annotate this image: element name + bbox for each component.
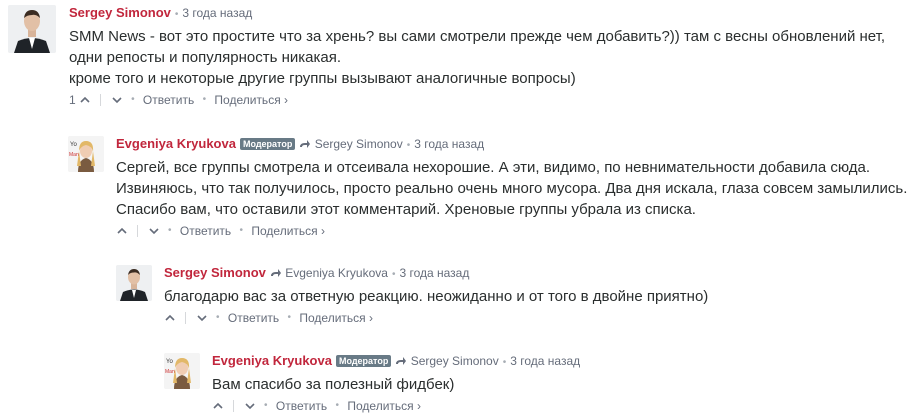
separator-dot: • xyxy=(202,94,207,106)
vote-divider xyxy=(100,93,102,106)
vote-divider xyxy=(137,224,139,237)
comment-header: Evgeniya Kryukova Модератор Sergey Simono… xyxy=(116,136,912,154)
vote-divider xyxy=(233,399,235,412)
vote-count: 1 xyxy=(69,92,76,107)
comment: Sergey Simonov Evgeniya Kryukova • 3 года … xyxy=(116,265,912,329)
avatar-woman-image: Yo Man xyxy=(68,136,104,172)
avatar-woman-image: Yo Man xyxy=(164,353,200,389)
upvote-icon[interactable] xyxy=(116,225,128,237)
separator-dot: • xyxy=(406,140,411,151)
reply-button[interactable]: Ответить xyxy=(180,224,231,238)
downvote-icon[interactable] xyxy=(148,225,160,237)
upvote-icon[interactable] xyxy=(212,400,224,412)
share-button[interactable]: Поделиться › xyxy=(299,311,373,325)
comment: Yo Man Evgeniya Kryukova Модератор Sergey… xyxy=(164,353,912,417)
timestamp[interactable]: 3 года назад xyxy=(510,354,580,368)
reply-to-name: Sergey Simonov xyxy=(410,354,499,368)
comment-header: Evgeniya Kryukova Модератор Sergey Simono… xyxy=(212,353,912,371)
comment-text: SMM News - вот это простите что за хрень… xyxy=(69,28,886,87)
timestamp[interactable]: 3 года назад xyxy=(399,266,469,280)
svg-text:Man: Man xyxy=(69,152,79,158)
downvote-icon[interactable] xyxy=(244,400,256,412)
svg-text:Man: Man xyxy=(165,369,175,375)
avatar[interactable] xyxy=(8,5,56,53)
share-button[interactable]: Поделиться › xyxy=(251,224,325,238)
share-button[interactable]: Поделиться › xyxy=(347,399,421,413)
timestamp[interactable]: 3 года назад xyxy=(414,137,484,151)
separator-dot: • xyxy=(174,9,179,20)
comment-footer: • Ответить • Поделиться › xyxy=(116,223,912,239)
comment-footer: • Ответить • Поделиться › xyxy=(164,310,912,326)
avatar-man-image xyxy=(8,5,56,53)
reply-to[interactable]: Sergey Simonov xyxy=(395,354,499,368)
reply-button[interactable]: Ответить xyxy=(228,311,279,325)
svg-text:Yo: Yo xyxy=(166,359,173,365)
reply-arrow-icon xyxy=(300,140,311,148)
comment-body: Evgeniya Kryukova Модератор Sergey Simono… xyxy=(212,353,912,414)
upvote-icon[interactable] xyxy=(79,94,91,106)
avatar[interactable]: Yo Man xyxy=(68,136,104,172)
moderator-badge: Модератор xyxy=(239,138,296,150)
avatar[interactable] xyxy=(116,265,152,301)
author-name[interactable]: Evgeniya Kryukova xyxy=(212,353,332,368)
comment: Yo Man Evgeniya Kryukova Модератор Sergey… xyxy=(68,136,912,246)
separator-dot: • xyxy=(216,312,220,324)
separator-dot: • xyxy=(391,269,396,280)
downvote-icon[interactable] xyxy=(111,94,123,106)
reply-button[interactable]: Ответить xyxy=(143,93,194,107)
separator-dot: • xyxy=(264,400,268,412)
comment-text: Вам спасибо за полезный фидбек) xyxy=(212,376,455,393)
comment-body: Evgeniya Kryukova Модератор Sergey Simono… xyxy=(116,136,912,239)
comment-header: Sergey Simonov Evgeniya Kryukova • 3 года … xyxy=(164,265,912,283)
svg-text:Yo: Yo xyxy=(70,142,77,148)
comment-body: Sergey Simonov Evgeniya Kryukova • 3 года … xyxy=(164,265,912,326)
separator-dot: • xyxy=(502,357,507,368)
reply-to[interactable]: Sergey Simonov xyxy=(299,137,403,151)
vote-divider xyxy=(185,311,187,324)
reply-to-name: Evgeniya Kryukova xyxy=(285,266,388,280)
comment-footer: • Ответить • Поделиться › xyxy=(212,398,912,414)
reply-button[interactable]: Ответить xyxy=(276,399,327,413)
avatar-man-image xyxy=(116,265,152,301)
downvote-icon[interactable] xyxy=(196,312,208,324)
author-name[interactable]: Sergey Simonov xyxy=(69,5,171,20)
comment-footer: 1 • Ответить • Поделиться › xyxy=(69,92,912,108)
comment-body: Sergey Simonov • 3 года назад SMM News - в… xyxy=(69,5,912,108)
separator-dot: • xyxy=(335,400,340,412)
comment-header: Sergey Simonov • 3 года назад xyxy=(69,5,912,23)
author-name[interactable]: Evgeniya Kryukova xyxy=(116,136,236,151)
timestamp[interactable]: 3 года назад xyxy=(182,6,252,20)
separator-dot: • xyxy=(131,94,135,106)
reply-arrow-icon xyxy=(270,269,281,277)
avatar[interactable]: Yo Man xyxy=(164,353,200,389)
moderator-badge: Модератор xyxy=(335,355,392,367)
upvote-icon[interactable] xyxy=(164,312,176,324)
share-button[interactable]: Поделиться › xyxy=(214,93,288,107)
separator-dot: • xyxy=(287,312,292,324)
reply-to[interactable]: Evgeniya Kryukova xyxy=(270,266,388,280)
separator-dot: • xyxy=(239,225,244,237)
comment-text: Сергей, все группы смотрела и отсеивала … xyxy=(116,159,908,218)
comment-text: благодарю вас за ответную реакцию. неожи… xyxy=(164,288,709,305)
separator-dot: • xyxy=(168,225,172,237)
reply-arrow-icon xyxy=(396,357,407,365)
comment: Sergey Simonov • 3 года назад SMM News - в… xyxy=(8,5,912,115)
author-name[interactable]: Sergey Simonov xyxy=(164,265,266,280)
reply-to-name: Sergey Simonov xyxy=(314,137,403,151)
